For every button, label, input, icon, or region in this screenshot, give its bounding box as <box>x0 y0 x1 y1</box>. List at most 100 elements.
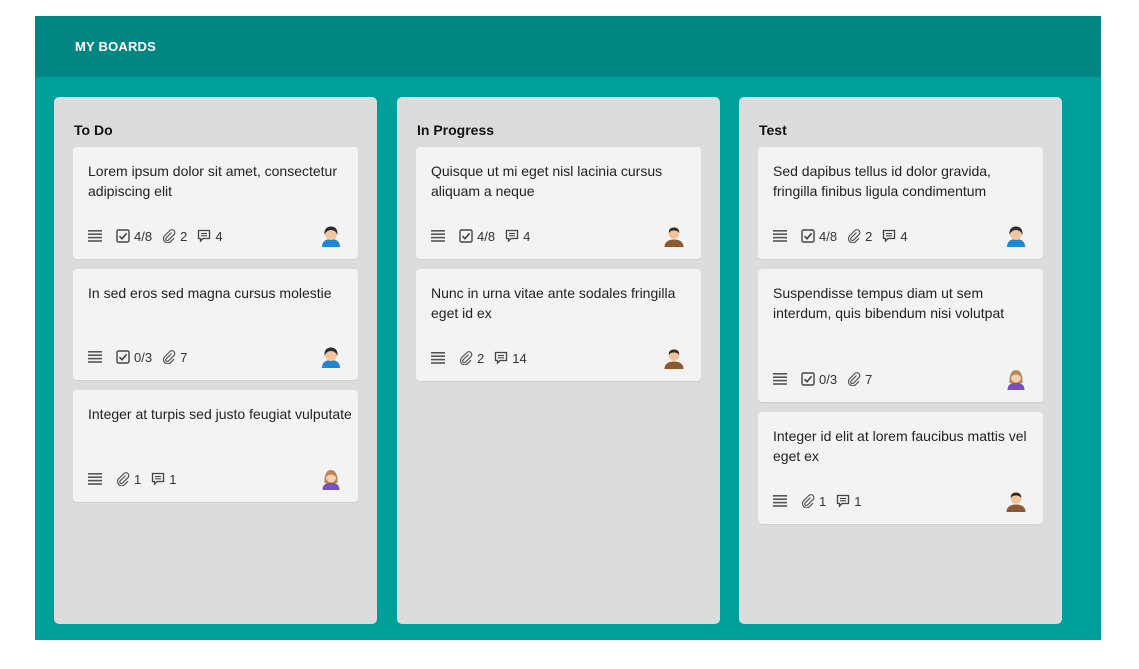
avatar[interactable] <box>663 225 685 247</box>
paperclip-icon <box>162 229 176 243</box>
card-title: In sed eros sed magna cursus molestie <box>88 285 332 301</box>
user-avatar-icon <box>1007 370 1025 390</box>
description-icon <box>88 351 102 363</box>
paperclip-icon <box>801 494 815 508</box>
column-to-do: To Do Lorem ipsum dolor sit amet, consec… <box>54 97 377 624</box>
checkbox-icon <box>116 229 130 243</box>
comments-badge: 1 <box>151 472 176 487</box>
paperclip-icon <box>847 372 861 386</box>
checklist-badge: 4/8 <box>116 229 152 244</box>
avatar[interactable] <box>1005 368 1027 390</box>
comment-icon <box>505 229 519 243</box>
card-title: Nunc in urna vitae ante sodales fringill… <box>431 285 676 321</box>
user-avatar-icon <box>322 226 340 247</box>
card-title: Sed dapibus tellus id dolor gravida, fri… <box>773 163 991 199</box>
attachments-badge: 1 <box>116 472 141 487</box>
user-avatar-icon <box>664 349 684 369</box>
checkbox-icon <box>801 372 815 386</box>
attachments-count: 7 <box>865 371 873 387</box>
card[interactable]: Integer id elit at lorem faucibus mattis… <box>758 412 1043 524</box>
comments-count: 14 <box>512 350 527 366</box>
card-meta: 1 1 <box>773 493 871 509</box>
avatar[interactable] <box>320 346 342 368</box>
page-title[interactable]: MY BOARDS <box>75 39 156 54</box>
comments-count: 4 <box>215 228 223 244</box>
card[interactable]: Nunc in urna vitae ante sodales fringill… <box>416 269 701 381</box>
card[interactable]: Suspendisse tempus diam ut sem interdum,… <box>758 269 1043 402</box>
comments-badge: 1 <box>836 494 861 509</box>
user-avatar-icon <box>322 470 340 490</box>
column-in-progress: In Progress Quisque ut mi eget nisl laci… <box>397 97 720 624</box>
description-icon <box>431 352 445 364</box>
attachments-count: 1 <box>819 493 827 509</box>
card-title: Integer id elit at lorem faucibus mattis… <box>773 428 1027 464</box>
comments-count: 1 <box>854 493 862 509</box>
comments-badge: 4 <box>882 228 908 244</box>
comments-count: 1 <box>169 471 177 487</box>
comments-badge: 4 <box>197 228 223 244</box>
user-avatar-icon <box>1006 492 1026 512</box>
card-title: Lorem ipsum dolor sit amet, consectetur … <box>88 163 337 199</box>
column-test: Test Sed dapibus tellus id dolor gravida… <box>739 97 1062 624</box>
card[interactable]: In sed eros sed magna cursus molestie 0/… <box>73 269 358 380</box>
paperclip-icon <box>847 229 861 243</box>
description-icon <box>773 373 787 385</box>
attachments-count: 7 <box>180 349 188 365</box>
card[interactable]: Integer at turpis sed justo feugiat vulp… <box>73 390 358 502</box>
checkbox-icon <box>801 229 815 243</box>
card-title: Quisque ut mi eget nisl lacinia cursus a… <box>431 163 663 199</box>
comments-badge: 14 <box>494 350 527 366</box>
top-bar: MY BOARDS <box>35 16 1101 77</box>
comments-badge: 4 <box>505 229 530 244</box>
checklist-badge: 4/8 <box>801 229 837 244</box>
attachments-badge: 7 <box>162 350 187 365</box>
checklist-badge: 0/3 <box>116 350 152 365</box>
checklist-badge: 0/3 <box>801 372 837 387</box>
description-icon <box>88 473 102 485</box>
column-title: In Progress <box>417 122 495 138</box>
card-meta: 4/8 2 4 <box>88 228 233 244</box>
description-icon <box>88 230 102 242</box>
column-title: To Do <box>74 122 113 138</box>
checklist-count: 4/8 <box>477 228 496 244</box>
attachments-badge: 2 <box>162 229 187 244</box>
user-avatar-icon <box>322 347 340 368</box>
avatar[interactable] <box>320 225 342 247</box>
checkbox-icon <box>116 350 130 364</box>
avatar[interactable] <box>1005 490 1027 512</box>
card-meta: 1 1 <box>88 471 186 487</box>
paperclip-icon <box>162 350 176 364</box>
avatar[interactable] <box>320 468 342 490</box>
checklist-count: 0/3 <box>134 349 153 365</box>
comments-count: 4 <box>900 228 908 244</box>
comment-icon <box>152 472 165 486</box>
attachments-badge: 2 <box>459 351 484 366</box>
user-avatar-icon <box>664 227 684 247</box>
checklist-count: 4/8 <box>819 228 838 244</box>
card-meta: 0/3 7 <box>773 371 882 387</box>
attachments-badge: 2 <box>847 229 872 244</box>
checklist-badge: 4/8 <box>459 229 495 244</box>
card-title: Suspendisse tempus diam ut sem interdum,… <box>773 285 1005 321</box>
card[interactable]: Sed dapibus tellus id dolor gravida, fri… <box>758 147 1043 259</box>
description-icon <box>773 495 787 507</box>
attachments-count: 2 <box>865 228 873 244</box>
avatar[interactable] <box>1005 225 1027 247</box>
attachments-count: 2 <box>477 350 485 366</box>
comment-icon <box>198 229 211 243</box>
user-avatar-icon <box>1007 226 1025 247</box>
avatar[interactable] <box>663 347 685 369</box>
description-icon <box>431 230 445 242</box>
checklist-count: 0/3 <box>819 371 838 387</box>
card-meta: 0/3 7 <box>88 349 197 365</box>
attachments-count: 1 <box>134 471 142 487</box>
comment-icon <box>495 351 508 365</box>
card[interactable]: Quisque ut mi eget nisl lacinia cursus a… <box>416 147 701 259</box>
attachments-count: 2 <box>180 228 188 244</box>
card-meta: 2 14 <box>431 350 537 366</box>
card[interactable]: Lorem ipsum dolor sit amet, consectetur … <box>73 147 358 259</box>
attachments-badge: 7 <box>847 372 872 387</box>
comment-icon <box>883 229 896 243</box>
column-title: Test <box>759 122 787 138</box>
card-title: Integer at turpis sed justo feugiat vulp… <box>88 406 352 422</box>
